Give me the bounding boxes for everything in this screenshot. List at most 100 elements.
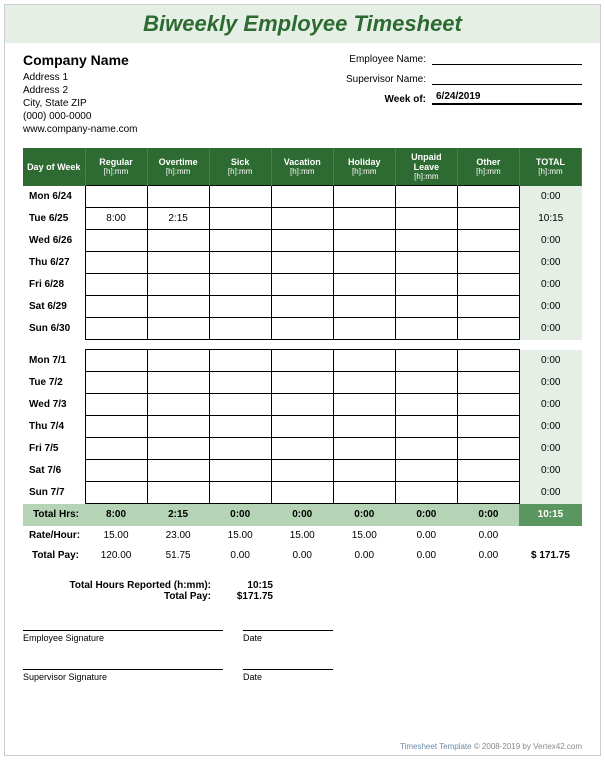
hours-cell[interactable] [209,416,271,438]
hours-cell[interactable] [85,460,147,482]
hours-cell[interactable] [209,438,271,460]
hours-cell[interactable] [147,372,209,394]
hours-cell[interactable] [271,372,333,394]
hours-cell[interactable] [457,394,519,416]
hours-cell[interactable]: 8:00 [85,208,147,230]
hours-cell[interactable] [395,350,457,372]
hours-cell[interactable] [209,274,271,296]
hours-cell[interactable] [85,482,147,504]
hours-cell[interactable] [209,296,271,318]
hours-cell[interactable] [333,460,395,482]
hours-cell[interactable] [395,186,457,208]
hours-cell[interactable] [85,318,147,340]
hours-cell[interactable] [333,438,395,460]
hours-cell[interactable] [147,394,209,416]
hours-cell[interactable] [209,350,271,372]
hours-cell[interactable] [333,230,395,252]
hours-cell[interactable] [209,460,271,482]
employee-date-line[interactable]: Date [243,630,333,643]
hours-cell[interactable] [209,252,271,274]
hours-cell[interactable] [85,438,147,460]
hours-cell[interactable] [271,416,333,438]
hours-cell[interactable] [457,318,519,340]
hours-cell[interactable] [457,274,519,296]
hours-cell[interactable] [85,416,147,438]
hours-cell[interactable] [457,460,519,482]
hours-cell[interactable]: 2:15 [147,208,209,230]
hours-cell[interactable] [333,274,395,296]
hours-cell[interactable] [147,350,209,372]
hours-cell[interactable] [147,186,209,208]
hours-cell[interactable] [85,274,147,296]
supervisor-input[interactable] [432,71,582,85]
hours-cell[interactable] [209,230,271,252]
hours-cell[interactable] [271,394,333,416]
hours-cell[interactable] [147,274,209,296]
hours-cell[interactable] [333,482,395,504]
hours-cell[interactable] [85,186,147,208]
supervisor-sig-line[interactable]: Supervisor Signature [23,669,223,682]
hours-cell[interactable] [271,274,333,296]
employee-input[interactable] [432,51,582,65]
hours-cell[interactable] [147,460,209,482]
hours-cell[interactable] [85,350,147,372]
hours-cell[interactable] [209,186,271,208]
hours-cell[interactable] [271,482,333,504]
hours-cell[interactable] [395,296,457,318]
hours-cell[interactable] [395,252,457,274]
hours-cell[interactable] [147,318,209,340]
hours-cell[interactable] [333,252,395,274]
hours-cell[interactable] [457,350,519,372]
hours-cell[interactable] [271,208,333,230]
hours-cell[interactable] [209,318,271,340]
hours-cell[interactable] [333,186,395,208]
hours-cell[interactable] [457,252,519,274]
hours-cell[interactable] [457,416,519,438]
hours-cell[interactable] [457,482,519,504]
hours-cell[interactable] [85,372,147,394]
hours-cell[interactable] [395,438,457,460]
hours-cell[interactable] [395,372,457,394]
hours-cell[interactable] [395,208,457,230]
hours-cell[interactable] [395,394,457,416]
hours-cell[interactable] [395,274,457,296]
hours-cell[interactable] [333,394,395,416]
hours-cell[interactable] [209,208,271,230]
week-of-input[interactable]: 6/24/2019 [432,91,582,105]
hours-cell[interactable] [271,318,333,340]
hours-cell[interactable] [271,350,333,372]
hours-cell[interactable] [85,394,147,416]
hours-cell[interactable] [395,318,457,340]
hours-cell[interactable] [457,296,519,318]
hours-cell[interactable] [457,208,519,230]
hours-cell[interactable] [271,438,333,460]
footer-link[interactable]: Timesheet Template [400,742,472,751]
hours-cell[interactable] [395,460,457,482]
hours-cell[interactable] [333,372,395,394]
hours-cell[interactable] [395,230,457,252]
hours-cell[interactable] [271,296,333,318]
hours-cell[interactable] [333,208,395,230]
hours-cell[interactable] [147,230,209,252]
hours-cell[interactable] [457,438,519,460]
hours-cell[interactable] [395,416,457,438]
hours-cell[interactable] [457,186,519,208]
hours-cell[interactable] [147,416,209,438]
supervisor-date-line[interactable]: Date [243,669,333,682]
hours-cell[interactable] [333,350,395,372]
hours-cell[interactable] [271,460,333,482]
hours-cell[interactable] [147,438,209,460]
hours-cell[interactable] [333,416,395,438]
hours-cell[interactable] [457,372,519,394]
hours-cell[interactable] [271,252,333,274]
hours-cell[interactable] [85,252,147,274]
hours-cell[interactable] [395,482,457,504]
hours-cell[interactable] [457,230,519,252]
employee-sig-line[interactable]: Employee Signature [23,630,223,643]
hours-cell[interactable] [85,296,147,318]
hours-cell[interactable] [85,230,147,252]
hours-cell[interactable] [209,372,271,394]
hours-cell[interactable] [147,482,209,504]
hours-cell[interactable] [271,230,333,252]
hours-cell[interactable] [333,318,395,340]
